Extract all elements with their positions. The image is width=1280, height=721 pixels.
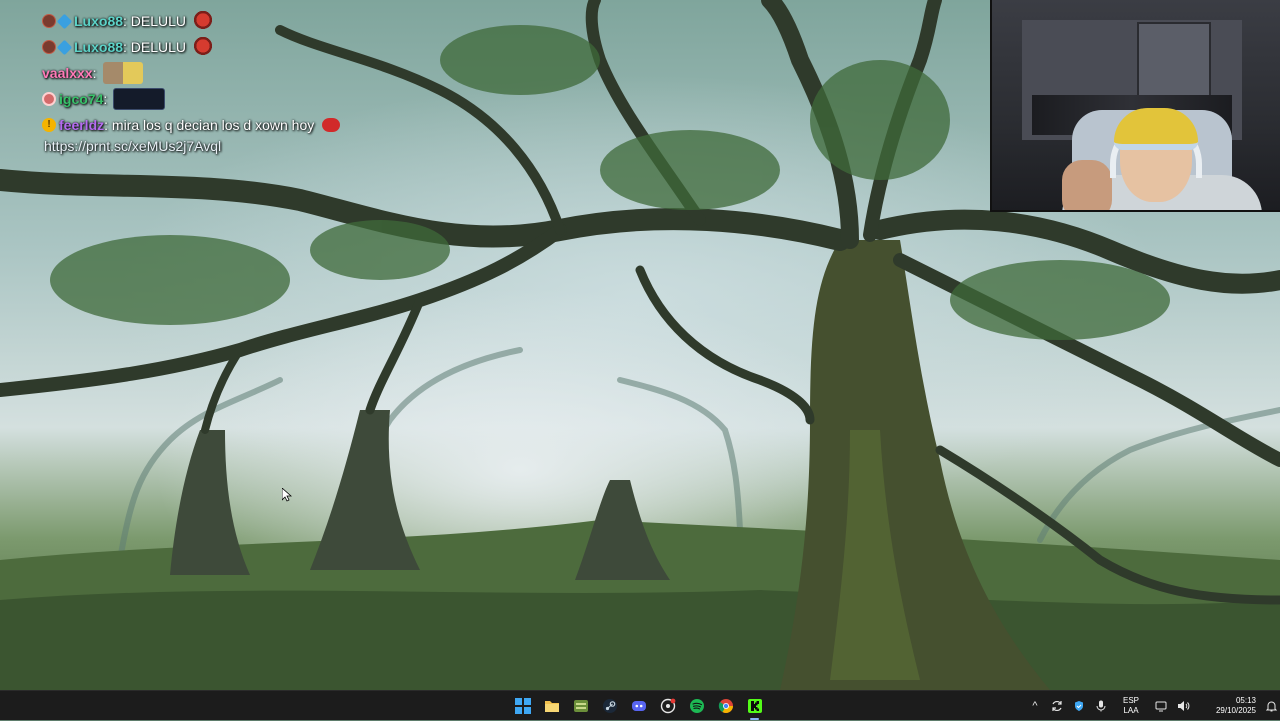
volume-tray-button[interactable] [1172, 691, 1194, 721]
chat-text: DELULU [130, 13, 187, 29]
taskbar-file-explorer[interactable] [537, 691, 566, 721]
mouse-cursor-icon [282, 488, 292, 502]
sync-icon [1052, 700, 1062, 712]
gold-badge-icon: ! [42, 118, 56, 132]
chat-text: mira los q decian los d xown hoy [111, 117, 315, 133]
chat-username: igco74 [59, 91, 104, 107]
recording-app-icon [660, 698, 675, 714]
taskbar-chrome[interactable] [711, 691, 740, 721]
chat-message: vaalxxx: [42, 60, 372, 86]
security-tray-button[interactable] [1068, 691, 1090, 721]
chat-separator: : [123, 13, 127, 29]
chevron-up-icon: ^ [1032, 700, 1038, 712]
chat-username: Luxo88 [74, 39, 124, 55]
steam-icon [602, 699, 617, 713]
streamer-arm [1062, 160, 1112, 210]
discord-icon [631, 701, 646, 711]
spotify-icon [689, 699, 704, 713]
taskbar-discord[interactable] [624, 691, 653, 721]
notifications-button[interactable] [1262, 691, 1280, 721]
tray-overflow-button[interactable]: ^ [1024, 691, 1046, 721]
chat-message: Luxo88: DELULU [42, 8, 372, 34]
keyboard-layout: LAA [1123, 706, 1139, 715]
input-language-indicator[interactable]: ESP LAA [1116, 696, 1146, 716]
chat-message: Luxo88: DELULU [42, 34, 372, 60]
moderator-badge-icon [42, 14, 56, 28]
sync-tray-button[interactable] [1046, 691, 1068, 721]
network-monitor-icon [1155, 701, 1167, 712]
taskbar-game-launcher[interactable] [566, 691, 595, 721]
chat-separator: : [92, 65, 97, 81]
speaker-icon [1177, 701, 1189, 711]
chat-link[interactable]: https://prnt.sc/xeMUs2j7Avql [42, 138, 372, 160]
notification-bell-icon [1265, 701, 1277, 712]
chat-message: ! feerldz: mira los q decian los d xown … [42, 112, 372, 138]
game-launcher-icon [573, 700, 588, 712]
pepe-emote-icon [192, 10, 215, 32]
taskbar-kick[interactable] [740, 691, 769, 721]
system-tray: ^ ESP LAA 05:13 29/10/2025 [1024, 691, 1280, 721]
taskbar: ^ ESP LAA 05:13 29/10/2025 [0, 690, 1280, 720]
shield-icon [1075, 701, 1083, 711]
chat-text: DELULU [130, 39, 187, 55]
clock-time: 05:13 [1235, 696, 1256, 705]
subscriber-badge-icon [56, 39, 73, 55]
taskbar-recording-app[interactable] [653, 691, 682, 721]
dark-emote-icon [113, 88, 166, 110]
network-tray-button[interactable] [1150, 691, 1172, 721]
lips-emote-icon [322, 118, 341, 132]
chat-separator: : [103, 91, 108, 107]
windows-logo-icon [514, 698, 531, 714]
ring-badge-icon [42, 92, 56, 106]
kick-icon [747, 699, 762, 713]
chat-separator: : [104, 117, 109, 133]
webcam-feed [990, 0, 1280, 212]
stream-chat-overlay: Luxo88: DELULU Luxo88: DELULU vaalxxx: i… [42, 8, 372, 160]
chat-username: Luxo88 [74, 13, 124, 29]
moderator-badge-icon [42, 40, 56, 54]
microphone-icon [1096, 700, 1106, 712]
chrome-icon [718, 699, 733, 713]
chat-separator: : [123, 39, 127, 55]
language-code: ESP [1122, 696, 1139, 705]
chat-username: feerldz [59, 117, 105, 133]
chat-username: vaalxxx [42, 65, 93, 81]
start-button[interactable] [508, 691, 537, 721]
pepe-emote-icon [192, 36, 215, 58]
pair-emote-icon [102, 62, 143, 84]
clock-date: 29/10/2025 [1215, 706, 1256, 715]
wall-art [1137, 22, 1211, 101]
chat-message: igco74: [42, 86, 372, 112]
taskbar-pinned-apps [508, 691, 769, 721]
microphone-tray-button[interactable] [1090, 691, 1112, 721]
taskbar-clock[interactable]: 05:13 29/10/2025 [1194, 696, 1256, 716]
folder-icon [544, 701, 559, 712]
taskbar-steam[interactable] [595, 691, 624, 721]
taskbar-spotify[interactable] [682, 691, 711, 721]
subscriber-badge-icon [56, 13, 73, 29]
